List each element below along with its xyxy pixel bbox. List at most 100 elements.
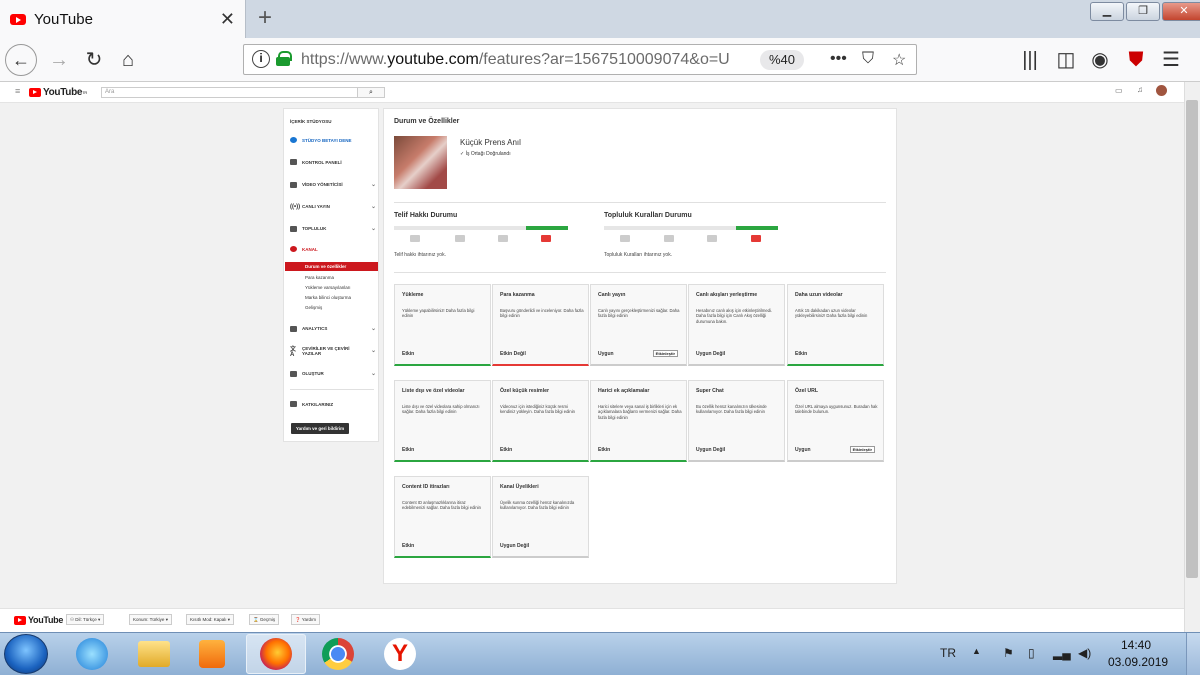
contributions-icon xyxy=(290,401,297,407)
feature-card-title: Yükleme xyxy=(402,292,424,298)
upload-icon[interactable]: ▭ xyxy=(1115,86,1123,95)
chevron-down-icon: ⌄ xyxy=(370,182,376,188)
feature-card-status: Etkin xyxy=(402,543,415,549)
feature-card-description[interactable]: Canlı yayını gerçekleştirmenizi sağlar. … xyxy=(598,308,682,319)
minimize-button[interactable]: ▁ xyxy=(1090,2,1124,21)
language-button[interactable]: ⚇ Dil: Türkçe ▾ xyxy=(66,614,105,625)
feature-card-description[interactable]: Content ID anlaşmazlıklarına itiraz edeb… xyxy=(402,500,486,511)
youtube-logo[interactable]: YouTube TR xyxy=(29,87,87,98)
feedback-button[interactable]: Yardım ve geri bildirim xyxy=(291,423,349,434)
location-button[interactable]: Konum: Türkiye ▾ xyxy=(129,614,172,625)
feature-card-description[interactable]: Yükleme yapabilirsiniz! Daha fazla bilgi… xyxy=(402,308,486,319)
bookmark-star-icon[interactable]: ☆ xyxy=(892,50,906,70)
feature-card: Canlı akışları yerleştirme Hesabınız canl… xyxy=(688,284,785,366)
forward-button[interactable]: → xyxy=(43,44,75,76)
feature-card-title: Özel küçük resimler xyxy=(500,388,550,394)
feature-card-description[interactable]: Harici sitelere veya sanal iş birlikleri… xyxy=(598,404,682,420)
close-tab-icon[interactable]: ✕ xyxy=(220,9,235,30)
new-tab-button[interactable]: + xyxy=(252,4,278,32)
feature-card-description[interactable]: Liste dışı ve özel videolara sahip olman… xyxy=(402,404,486,415)
restricted-mode-button[interactable]: Kısıtlı Mod: Kapalı ▾ xyxy=(186,614,235,625)
sidebar-item-dashboard[interactable]: KONTROL PANELİ xyxy=(290,159,376,165)
section-divider xyxy=(394,202,886,203)
url-text[interactable]: https://www.youtube.com/features?ar=1567… xyxy=(301,51,730,69)
enable-button[interactable]: Etkinleştir xyxy=(652,350,678,357)
search-input[interactable]: Ara xyxy=(101,87,385,98)
show-desktop-button[interactable] xyxy=(1186,633,1200,675)
sidebar-item-video-manager[interactable]: VİDEO YÖNETİCİSİ ⌄ xyxy=(290,181,376,188)
action-center-icon[interactable]: ⚑ xyxy=(1003,646,1014,660)
translate-icon: 文A xyxy=(290,347,297,358)
extension-icon[interactable]: ⛊ xyxy=(1120,44,1152,76)
home-icon[interactable]: ⌂ xyxy=(112,44,144,76)
library-icon[interactable]: ||| xyxy=(1014,44,1046,76)
browser-tab[interactable]: YouTube ✕ xyxy=(0,0,246,38)
sidebar-item-channel[interactable]: KANAL xyxy=(290,246,376,252)
sidebar-subitem-advanced[interactable]: Gelişmiş xyxy=(305,305,322,310)
sidebar-item-analytics[interactable]: ANALYTICS ⌄ xyxy=(290,325,376,332)
feature-card-title: Content ID itirazları xyxy=(402,484,450,490)
restore-button[interactable]: ❐ xyxy=(1126,2,1160,21)
sidebar-subitem-monetization[interactable]: Para kazanma xyxy=(305,275,334,280)
sidebar-subitem-upload-defaults[interactable]: Yükleme varsayılanları xyxy=(305,285,351,290)
help-button[interactable]: ❓ Yardım xyxy=(291,614,320,625)
feature-card-description[interactable]: Başvuru gönderildi ve inceleniyor. Daha … xyxy=(500,308,584,319)
info-icon[interactable]: i xyxy=(252,50,270,68)
back-button[interactable]: ← xyxy=(5,44,37,76)
sidebar-toggle-icon[interactable]: ◫ xyxy=(1050,44,1082,76)
folder-icon xyxy=(138,641,170,667)
feature-card-description[interactable]: Artık 15 dakikadan uzun videolar yükleye… xyxy=(795,308,879,319)
tab-title: YouTube xyxy=(34,10,93,28)
feature-card-status: Uygun Değil xyxy=(500,543,530,549)
scrollbar-thumb[interactable] xyxy=(1186,100,1198,578)
feature-card-description[interactable]: Özel URL almaya uygunsunuz. Buradan hak … xyxy=(795,404,879,415)
sidebar-item-create[interactable]: OLUŞTUR ⌄ xyxy=(290,370,376,377)
address-bar[interactable]: i https://www.youtube.com/features?ar=15… xyxy=(243,44,917,75)
chevron-down-icon: ⌄ xyxy=(370,226,376,232)
menu-icon[interactable]: ☰ xyxy=(1155,44,1187,76)
search-button[interactable]: ⌕ xyxy=(357,87,385,98)
strike-icon xyxy=(498,235,508,242)
avatar[interactable] xyxy=(1156,85,1167,96)
system-clock[interactable]: 14:40 03.09.2019 xyxy=(1108,637,1168,671)
volume-icon[interactable]: ◀) xyxy=(1078,646,1091,660)
sidebar-item-live[interactable]: ((•)) CANLI YAYIN ⌄ xyxy=(290,203,376,211)
sidebar-item-community[interactable]: TOPLULUK ⌄ xyxy=(290,225,376,232)
taskbar-media-player[interactable] xyxy=(182,634,242,674)
device-icon[interactable]: ▯ xyxy=(1028,646,1035,660)
feature-card-description[interactable]: Bu özellik henüz kanalınızın ülkesinde k… xyxy=(696,404,780,415)
show-hidden-icons[interactable]: ▲ xyxy=(972,646,981,656)
feature-card-description[interactable]: Hesabınız canlı akış için etkinleştirilm… xyxy=(696,308,780,324)
enable-button[interactable]: Etkinleştir xyxy=(849,446,875,453)
taskbar-firefox[interactable] xyxy=(246,634,306,674)
sidebar-item-contributions[interactable]: KATKILARINIZ xyxy=(290,401,376,407)
sidebar-subitem-branding[interactable]: Marka bilinci oluşturma xyxy=(305,295,351,300)
zoom-level[interactable]: %40 xyxy=(760,50,804,70)
community-status-text: Topluluk Kuralları ihtarınız yok. xyxy=(604,252,673,258)
feature-card-description[interactable]: Videonuz için istediğiniz küçük resmi ke… xyxy=(500,404,584,415)
sidebar-item-studio-beta[interactable]: STÜDYO BETAYI DENE xyxy=(290,137,376,143)
page-actions-icon[interactable]: ••• xyxy=(830,50,847,68)
history-button[interactable]: ⌛ Geçmiş xyxy=(249,614,280,625)
notifications-icon[interactable]: ♫ xyxy=(1137,85,1143,94)
partner-verified-badge: ✓ İş Ortağı Doğrulandı xyxy=(460,151,511,157)
guide-menu-icon[interactable]: ≡ xyxy=(15,86,20,96)
feature-card-status: Etkin xyxy=(500,447,513,453)
taskbar-ie[interactable] xyxy=(62,634,122,674)
pocket-icon[interactable]: ⛉ xyxy=(862,50,874,68)
taskbar-yandex[interactable]: Y xyxy=(370,634,430,674)
taskbar-explorer[interactable] xyxy=(124,634,184,674)
live-icon: ((•)) xyxy=(290,203,301,210)
sidebar-item-translations[interactable]: 文A ÇEVİRİLER VE ÇEVİRİ YAZILAR ⌄ xyxy=(290,346,376,358)
sidebar-subitem-status[interactable]: Durum ve özellikler xyxy=(305,264,346,269)
window-close-button[interactable]: ✕ xyxy=(1162,2,1200,21)
language-indicator[interactable]: TR xyxy=(940,646,956,660)
strike-icon xyxy=(664,235,674,242)
network-icon[interactable]: ▂▄ xyxy=(1053,646,1071,660)
footer-youtube-logo[interactable]: YouTube xyxy=(14,615,63,625)
account-icon[interactable]: ◉ xyxy=(1084,44,1116,76)
feature-card-description[interactable]: Üyelik sunma özelliği henüz kanalınızda … xyxy=(500,500,584,511)
start-button[interactable] xyxy=(4,634,48,674)
taskbar-chrome[interactable] xyxy=(308,634,368,674)
reload-button[interactable]: ↻ xyxy=(78,44,110,76)
